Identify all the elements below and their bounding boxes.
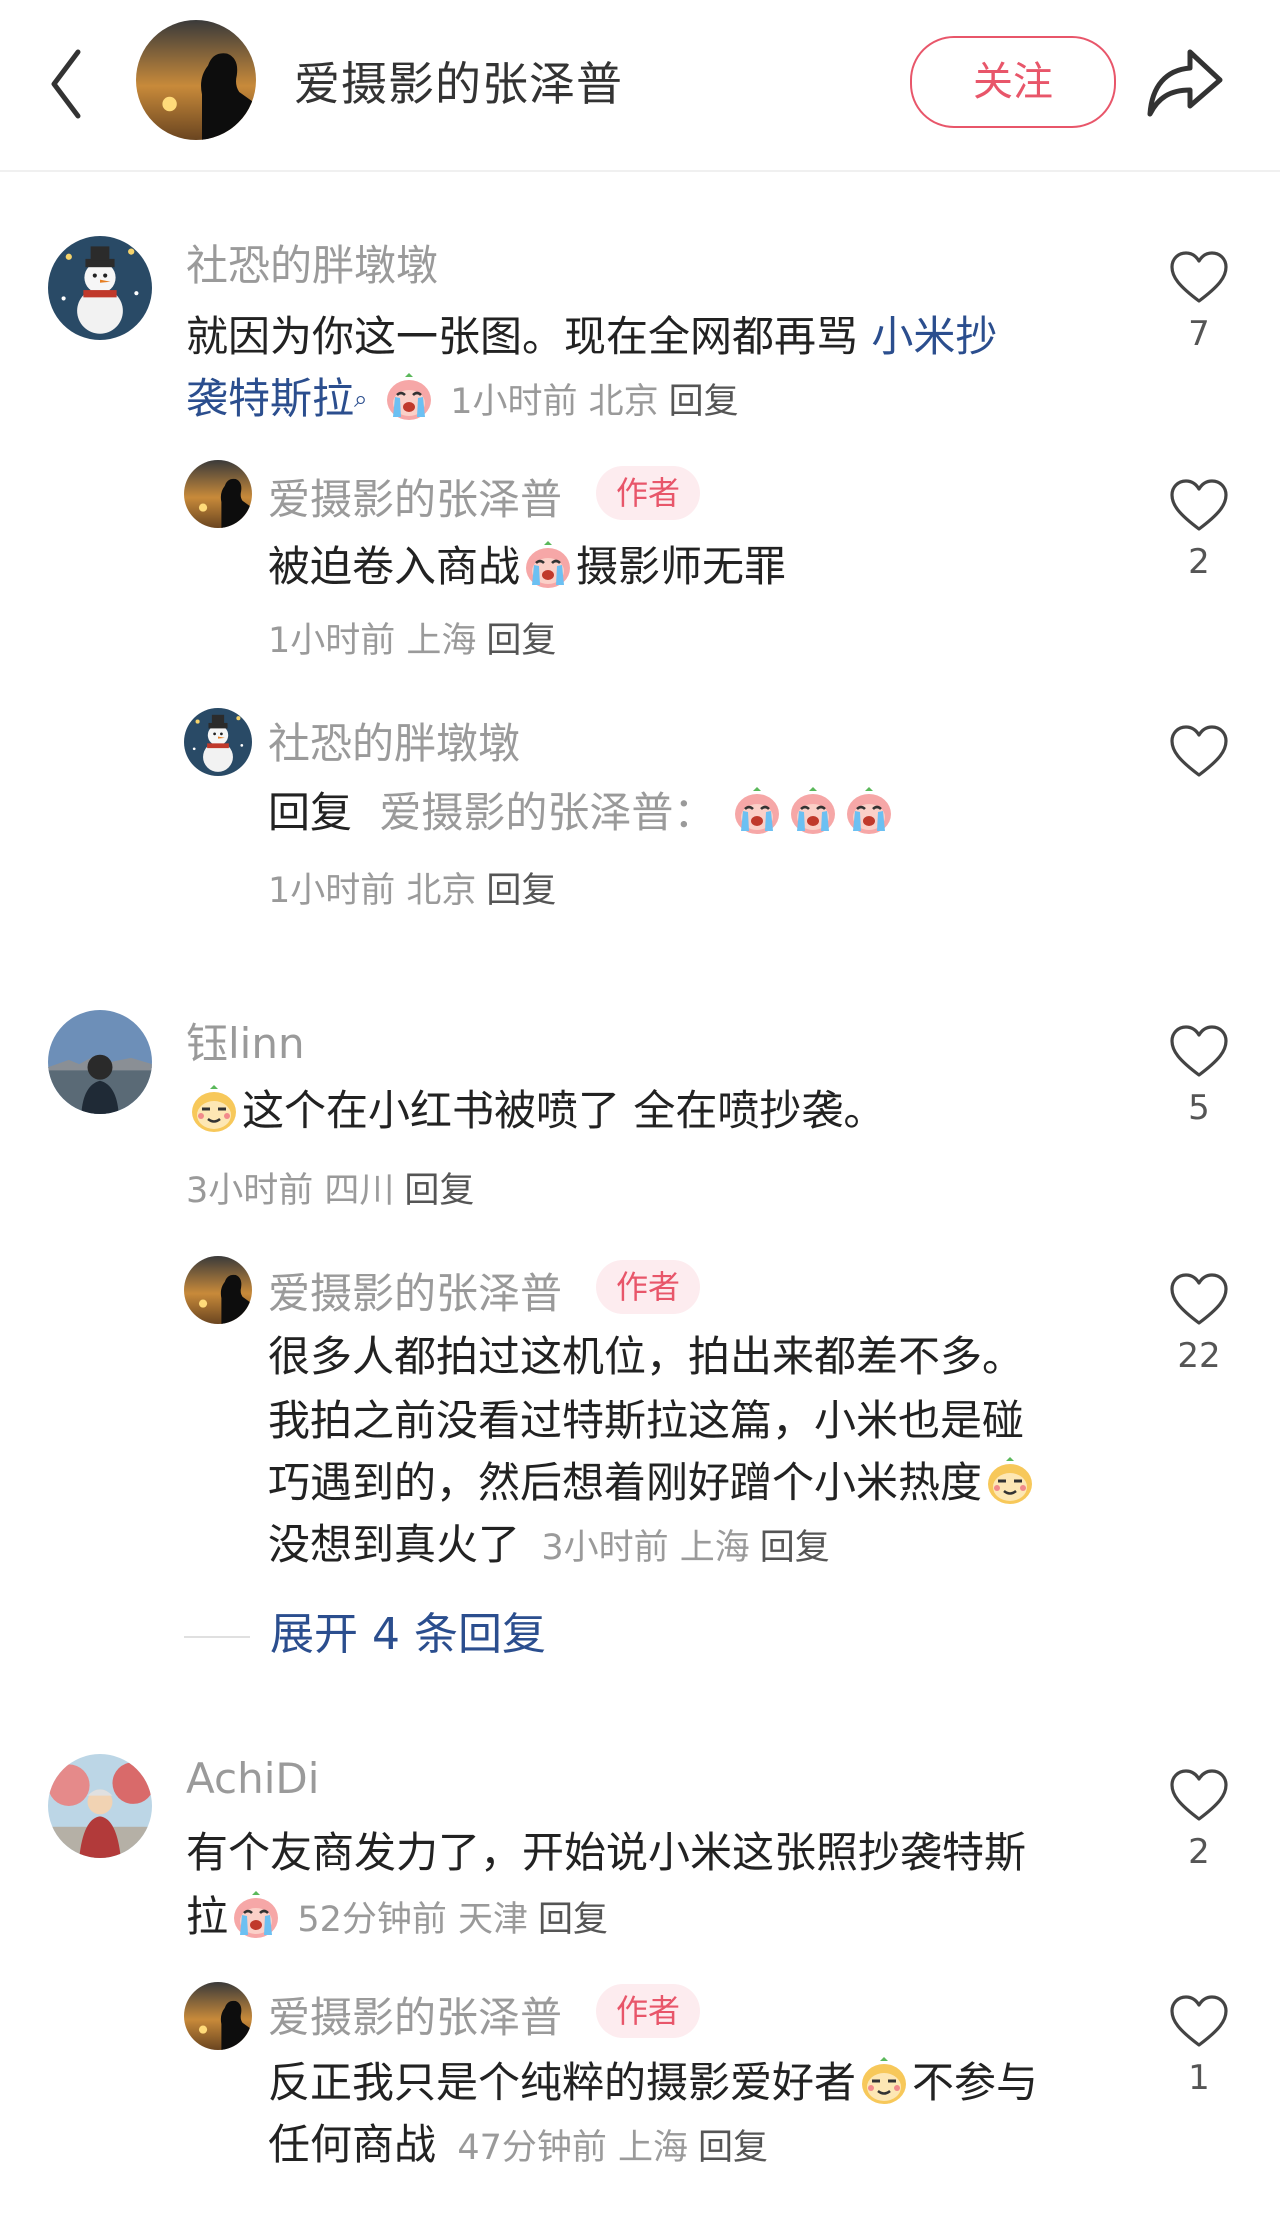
heart-outline-icon (1169, 478, 1229, 534)
comment-meta: 1小时前 北京 (450, 382, 659, 422)
like-count: 7 (1188, 314, 1210, 354)
like-button[interactable]: 1 (1149, 1994, 1249, 2098)
reply-meta: 47分钟前 上海 (457, 2128, 689, 2168)
back-chevron-icon[interactable] (46, 44, 86, 124)
header-avatar[interactable] (136, 20, 256, 140)
comment-text: 就因为你这一张图。现在全网都再骂 小米抄 (186, 312, 998, 361)
crying-face-emoji (843, 785, 895, 837)
reply-username[interactable]: 爱摄影的张泽普 (268, 466, 562, 527)
avatar-author[interactable] (184, 1982, 252, 2050)
follow-button[interactable]: 关注 (910, 36, 1116, 128)
heart-outline-icon (1169, 1768, 1229, 1824)
avatar-commenter-3[interactable] (48, 1754, 152, 1858)
comment-username[interactable]: AchiDi (186, 1754, 319, 1803)
like-count: 5 (1188, 1088, 1210, 1128)
like-count: 2 (1188, 1832, 1210, 1872)
crying-face-emoji (230, 1889, 282, 1941)
author-badge: 作者 (596, 466, 701, 520)
smug-face-emoji (984, 1455, 1036, 1507)
expand-replies-button[interactable]: 展开 4 条回复 (186, 1598, 546, 1662)
reply-meta: 1小时前 北京 回复 (268, 871, 557, 911)
like-count: 22 (1177, 1336, 1221, 1376)
smug-face-emoji (858, 2055, 910, 2107)
crying-face-emoji (522, 539, 574, 591)
reply-username[interactable]: 爱摄影的张泽普 (268, 1260, 562, 1321)
author-badge: 作者 (596, 1260, 701, 1314)
like-button[interactable]: 7 (1149, 250, 1249, 354)
comment-text-line2: 拉 52分钟前 天津 回复 (186, 1886, 608, 1951)
reply-button[interactable]: 回复 (760, 1528, 830, 1568)
heart-outline-icon (1169, 250, 1229, 306)
reply-button[interactable]: 回复 (404, 1171, 474, 1211)
reply-username[interactable]: 爱摄影的张泽普 (268, 1984, 562, 2045)
reply-text-line4: 没想到真火了 3小时前 上海 回复 (268, 1520, 830, 1569)
reply-button[interactable]: 回复 (698, 2128, 768, 2168)
crying-face-emoji (787, 785, 839, 837)
comment-meta: 52分钟前 天津 (297, 1900, 529, 1940)
reply-meta: 3小时前 上海 (541, 1528, 750, 1568)
comment-text-line1: 有个友商发力了，开始说小米这张照抄袭特斯 (186, 1828, 1027, 1877)
heart-outline-icon (1169, 724, 1229, 780)
crying-face-emoji (383, 371, 435, 423)
reply-text-line2: 任何商战 47分钟前 上海 回复 (268, 2120, 769, 2169)
reply-text-line2: 我拍之前没看过特斯拉这篇，小米也是碰 (268, 1396, 1025, 1445)
heart-outline-icon (1169, 1994, 1229, 2050)
reply-text: 被迫卷入商战 摄影师无罪 (268, 536, 786, 598)
crying-face-emoji (731, 785, 783, 837)
comment-username[interactable]: 社恐的胖墩墩 (186, 232, 438, 293)
comment-text-line2: 袭特斯拉⌕ 1小时前 北京 回复 (186, 368, 739, 433)
avatar-commenter-1[interactable] (48, 236, 152, 340)
reply-username[interactable]: 社恐的胖墩墩 (268, 710, 520, 771)
avatar-author[interactable] (184, 460, 252, 528)
topic-link-cont[interactable]: 袭特斯拉 (186, 374, 354, 423)
share-arrow-icon[interactable] (1146, 42, 1226, 122)
comment-text: 这个在小红书被喷了 全在喷抄袭。 (186, 1080, 885, 1142)
like-button[interactable]: 2 (1149, 478, 1249, 582)
reply-text-line1: 反正我只是个纯粹的摄影爱好者 不参与 (268, 2052, 1038, 2114)
search-icon[interactable]: ⌕ (354, 385, 367, 413)
reply-meta: 1小时前 上海 回复 (268, 621, 557, 661)
reply-text: 回复 爱摄影的张泽普： (268, 782, 897, 844)
comment-meta: 3小时前 四川 回复 (186, 1171, 475, 1211)
reply-button[interactable]: 回复 (538, 1900, 608, 1940)
reply-button[interactable]: 回复 (486, 621, 556, 661)
like-button[interactable]: 2 (1149, 1768, 1249, 1872)
avatar-author[interactable] (184, 1256, 252, 1324)
reply-button[interactable]: 回复 (486, 871, 556, 911)
like-button[interactable]: 5 (1149, 1024, 1249, 1128)
avatar-commenter-2[interactable] (48, 1010, 152, 1114)
author-badge: 作者 (596, 1984, 701, 2038)
like-count: 1 (1188, 2058, 1210, 2098)
header-username[interactable]: 爱摄影的张泽普 (294, 48, 623, 114)
reply-text-line3: 巧遇到的，然后想着刚好蹭个小米热度 (268, 1452, 1038, 1514)
like-count: 2 (1188, 542, 1210, 582)
like-button[interactable] (1149, 724, 1249, 780)
reply-button[interactable]: 回复 (669, 382, 739, 422)
top-bar: 爱摄影的张泽普 关注 (0, 0, 1280, 172)
topic-link[interactable]: 小米抄 (871, 312, 997, 361)
reply-target[interactable]: 爱摄影的张泽普： (379, 788, 715, 837)
comment-username[interactable]: 钰linn (186, 1010, 305, 1071)
reply-text-line1: 很多人都拍过这机位，拍出来都差不多。 (268, 1332, 1025, 1381)
like-button[interactable]: 22 (1149, 1272, 1249, 1376)
avatar-commenter-1-small[interactable] (184, 708, 252, 776)
heart-outline-icon (1169, 1272, 1229, 1328)
heart-outline-icon (1169, 1024, 1229, 1080)
smug-face-emoji (188, 1083, 240, 1135)
